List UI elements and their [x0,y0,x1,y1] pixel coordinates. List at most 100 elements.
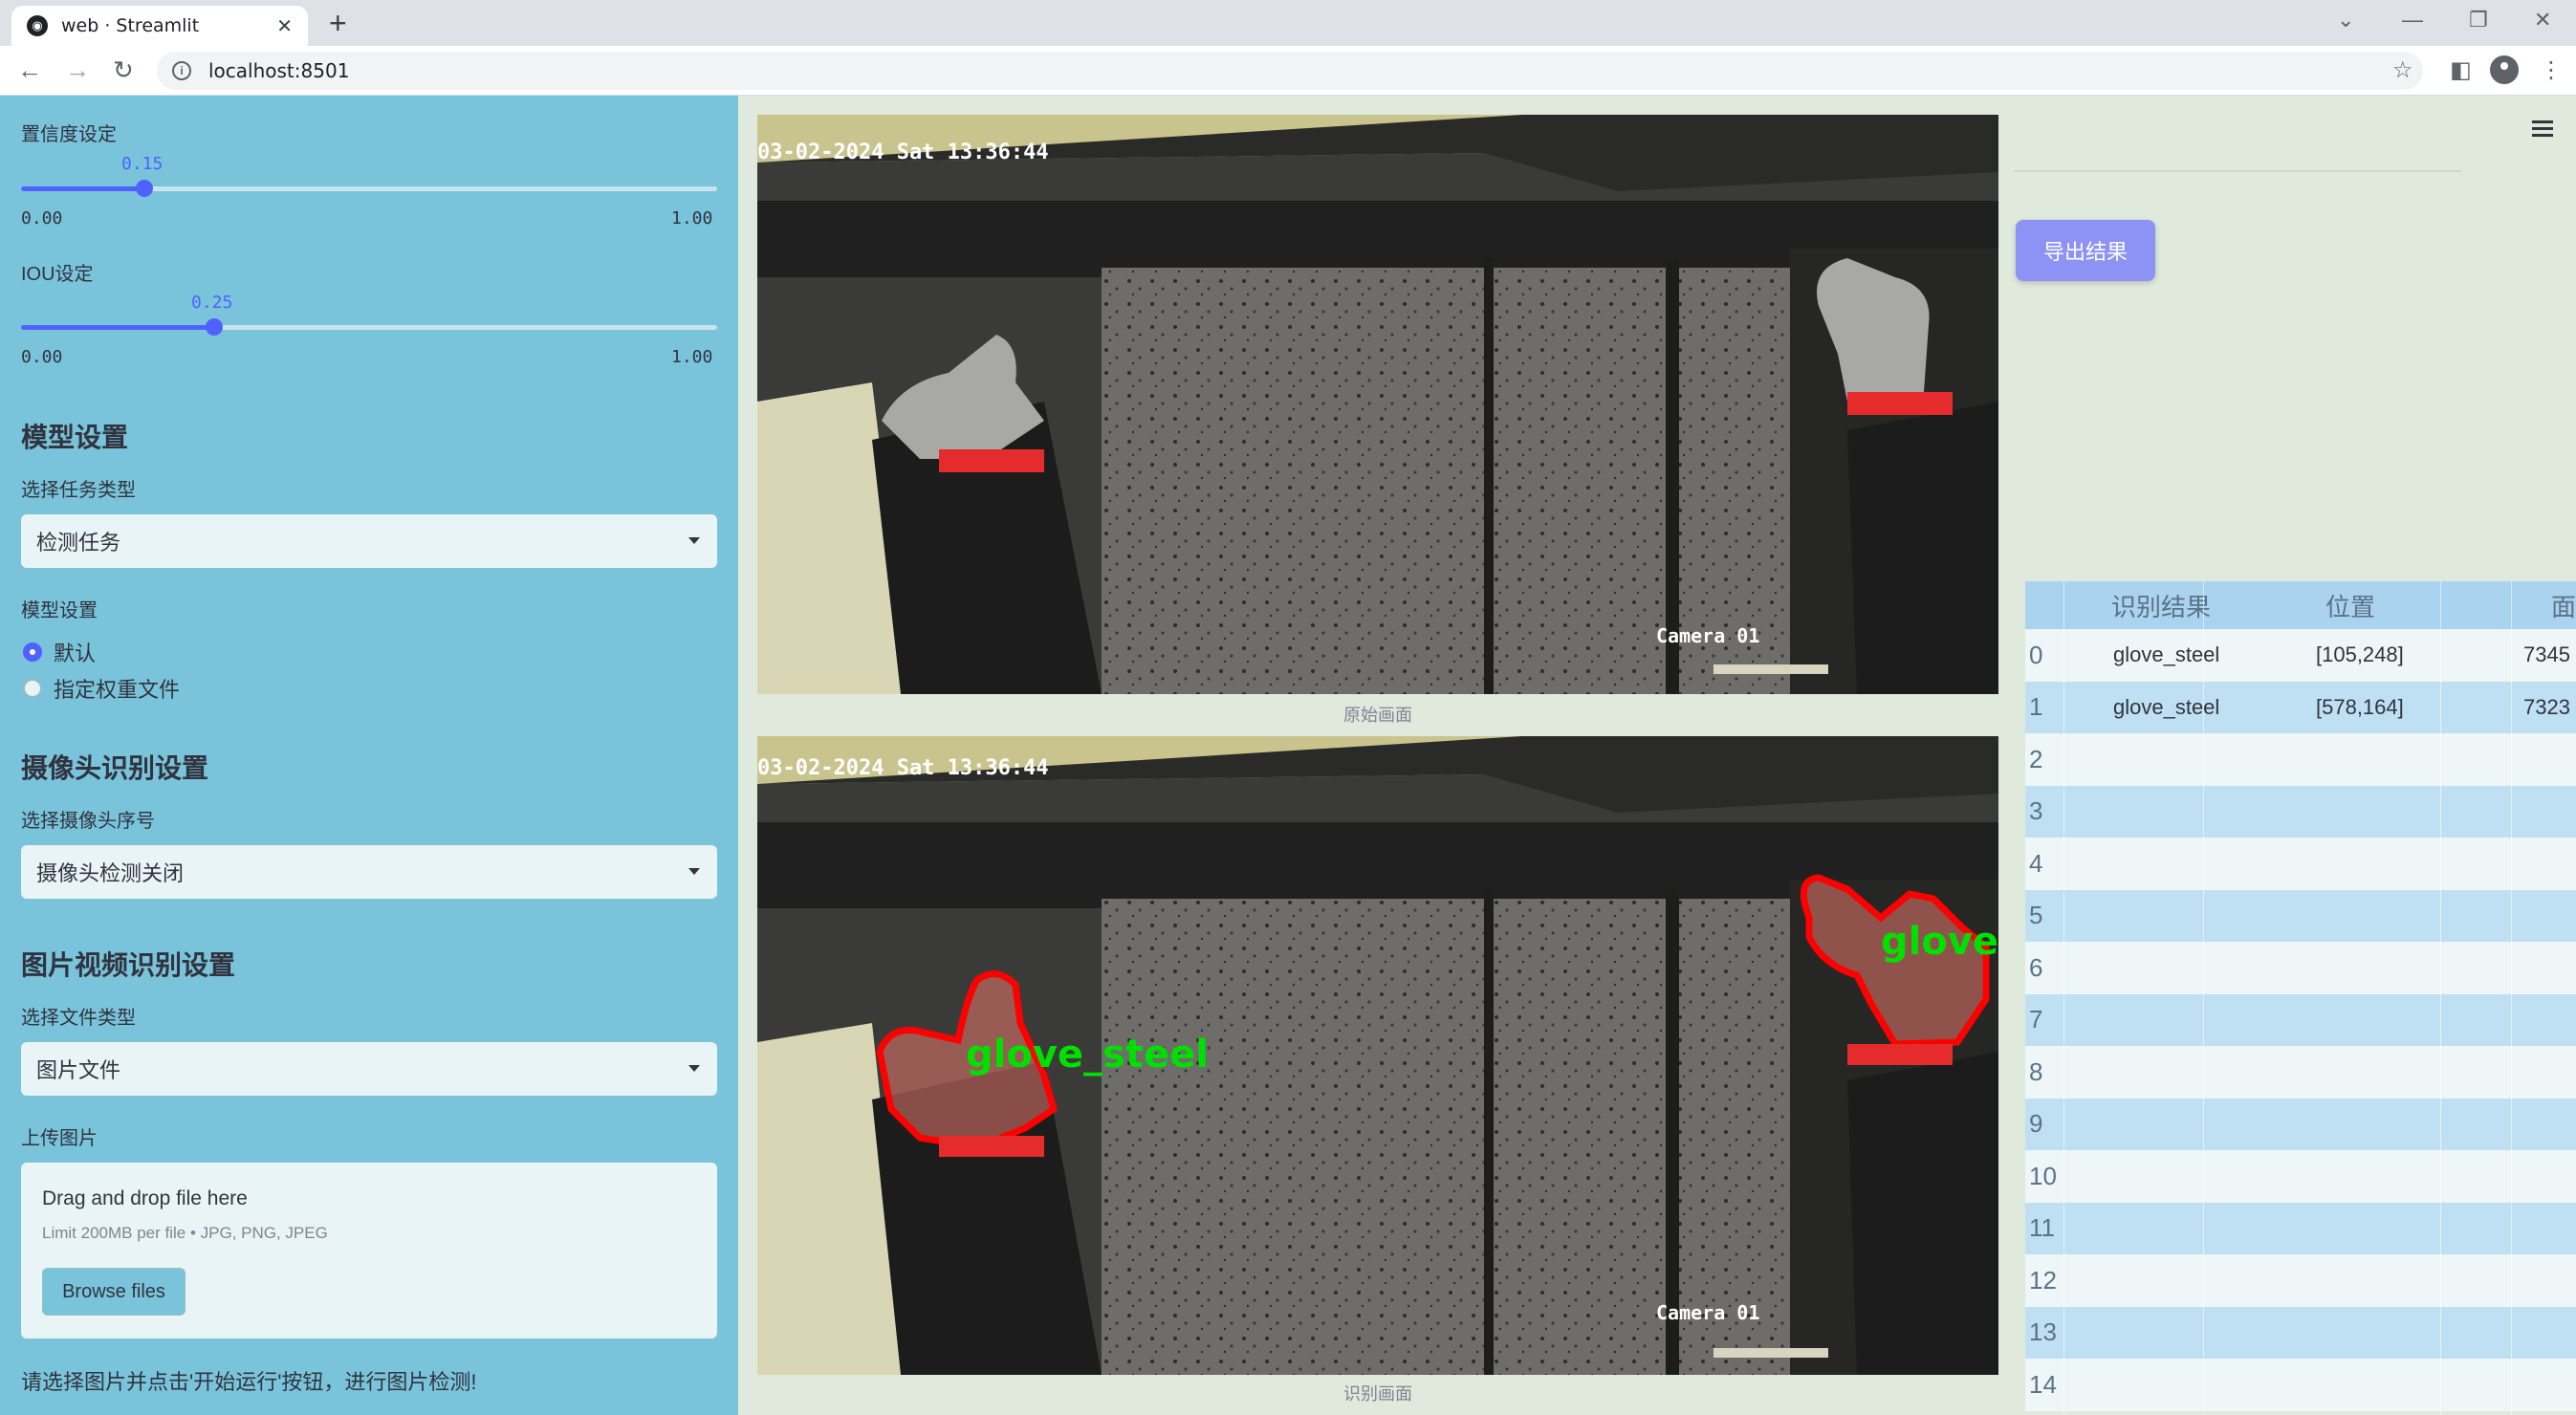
divider [2014,170,2461,172]
window-close-icon[interactable]: ✕ [2534,8,2551,33]
confidence-value: 0.15 [121,154,164,174]
iou-label: IOU设定 [21,264,94,285]
results-table: 识别结果 位置 面积 时间 0glove_steel[105,248]73450… [2025,581,2576,1411]
table-row[interactable]: 4 [2025,838,2576,890]
cell-position [2276,838,2513,890]
detected-image: 03-02-2024 Sat 13:36:44 Camera 01 glove_… [757,736,1998,1375]
table-row[interactable]: 5 [2025,889,2576,942]
row-index: 6 [2029,952,2043,982]
table-row[interactable]: 9 [2025,1098,2576,1151]
column-header-area[interactable]: 面积 [2513,581,2576,629]
camera-index-value: 摄像头检测关闭 [36,861,185,885]
radio-default[interactable]: 默认 [23,637,96,667]
cell-area [2513,1307,2576,1360]
table-row[interactable]: 6 [2025,942,2576,994]
table-row[interactable]: 1glove_steel[578,164]73230.05 [2025,681,2576,733]
cell-area [2513,838,2576,890]
iou-slider-thumb[interactable] [206,318,223,336]
row-index: 8 [2029,1056,2043,1086]
row-index: 5 [2029,901,2043,930]
cell-position [2276,1254,2513,1307]
upload-limit-text: Limit 200MB per file • JPG, PNG, JPEG [42,1224,328,1242]
original-caption: 原始画面 [1343,706,1412,725]
new-tab-button[interactable]: + [329,6,347,40]
detected-frame-svg: 03-02-2024 Sat 13:36:44 Camera 01 glove_… [757,736,1998,1375]
table-row[interactable]: 0glove_steel[105,248]73450.03 [2025,629,2576,682]
table-row[interactable]: 12 [2025,1254,2576,1307]
row-index: 13 [2029,1317,2057,1347]
tab-close-icon[interactable]: ✕ [276,14,293,38]
cell-position [2276,942,2513,994]
detection-label-2: glove [1881,920,1998,964]
table-row[interactable]: 10 [2025,1150,2576,1203]
column-divider [2440,581,2441,1415]
table-row[interactable]: 7 [2025,993,2576,1047]
side-panel-icon[interactable]: ◧ [2450,57,2472,84]
table-row[interactable]: 3 [2025,785,2576,838]
file-type-value: 图片文件 [36,1058,121,1082]
detected-camera-label: Camera 01 [1656,1301,1759,1324]
original-timestamp: 03-02-2024 Sat 13:36:44 [757,141,1049,164]
cell-area: 7323 [2523,694,2570,719]
confidence-slider[interactable]: 0.15 [21,154,717,197]
column-divider [2203,581,2204,1415]
confidence-slider-thumb[interactable] [136,180,153,197]
row-index: 12 [2029,1265,2057,1295]
profile-avatar-icon[interactable] [2490,55,2519,84]
tab-search-icon[interactable]: ⌄ [2337,8,2354,33]
url-field[interactable]: i localhost:8501 [157,52,2423,90]
cell-position: [578,164] [2316,694,2404,719]
confidence-slider-fill [21,186,144,191]
bookmark-star-icon[interactable]: ☆ [2392,57,2413,84]
cell-position [2276,1203,2513,1255]
row-index: 9 [2029,1109,2043,1139]
cell-area [2513,733,2576,786]
radio-checked-icon [23,642,42,662]
url-text: localhost:8501 [208,59,350,82]
chevron-down-icon [688,868,700,875]
restore-icon[interactable]: ❐ [2469,8,2488,33]
confidence-label: 置信度设定 [21,124,117,145]
camera-settings-heading: 摄像头识别设置 [21,753,209,783]
forward-icon[interactable]: → [65,55,90,84]
column-header-position[interactable]: 位置 [2276,581,2513,629]
browser-tab[interactable]: ◉ web · Streamlit ✕ [11,6,308,46]
table-row[interactable]: 14 [2025,1359,2576,1411]
cell-position [2276,733,2513,786]
cell-area [2513,1099,2576,1151]
reload-icon[interactable]: ↻ [113,55,134,84]
upload-label: 上传图片 [21,1128,98,1149]
back-icon[interactable]: ← [17,55,42,84]
model-settings-heading: 模型设置 [21,423,129,452]
camera-index-select[interactable]: 摄像头检测关闭 [21,845,717,899]
file-type-select[interactable]: 图片文件 [21,1042,717,1096]
browse-files-button[interactable]: Browse files [42,1268,186,1316]
table-row[interactable]: 11 [2025,1202,2576,1255]
tab-title: web · Streamlit [61,15,200,36]
table-row[interactable]: 13 [2025,1306,2576,1360]
iou-slider-fill [21,325,214,330]
export-results-button[interactable]: 导出结果 [2016,220,2155,281]
cell-area [2513,942,2576,994]
minimize-icon[interactable]: — [2402,8,2423,33]
cell-area [2513,1203,2576,1255]
radio-custom-weights-label: 指定权重文件 [54,678,181,702]
file-uploader-dropzone[interactable]: Drag and drop file here Limit 200MB per … [21,1163,717,1339]
cell-area [2513,994,2576,1047]
cell-position [2276,1046,2513,1099]
row-index: 3 [2029,796,2043,826]
iou-slider[interactable]: 0.25 [21,293,717,336]
main-menu-icon[interactable] [2532,120,2553,141]
column-divider [2511,581,2512,1415]
row-index: 0 [2029,640,2043,669]
browser-tabbar: ◉ web · Streamlit ✕ + ⌄ — ❐ ✕ [0,0,2576,46]
radio-custom-weights[interactable]: 指定权重文件 [23,673,180,704]
cell-position [2276,1150,2513,1203]
row-index: 4 [2029,848,2043,878]
task-type-select[interactable]: 检测任务 [21,514,717,568]
more-menu-icon[interactable]: ⋮ [2540,57,2563,84]
file-type-label: 选择文件类型 [21,1008,136,1029]
site-info-icon[interactable]: i [172,61,191,80]
table-row[interactable]: 8 [2025,1046,2576,1099]
table-row[interactable]: 2 [2025,733,2576,786]
